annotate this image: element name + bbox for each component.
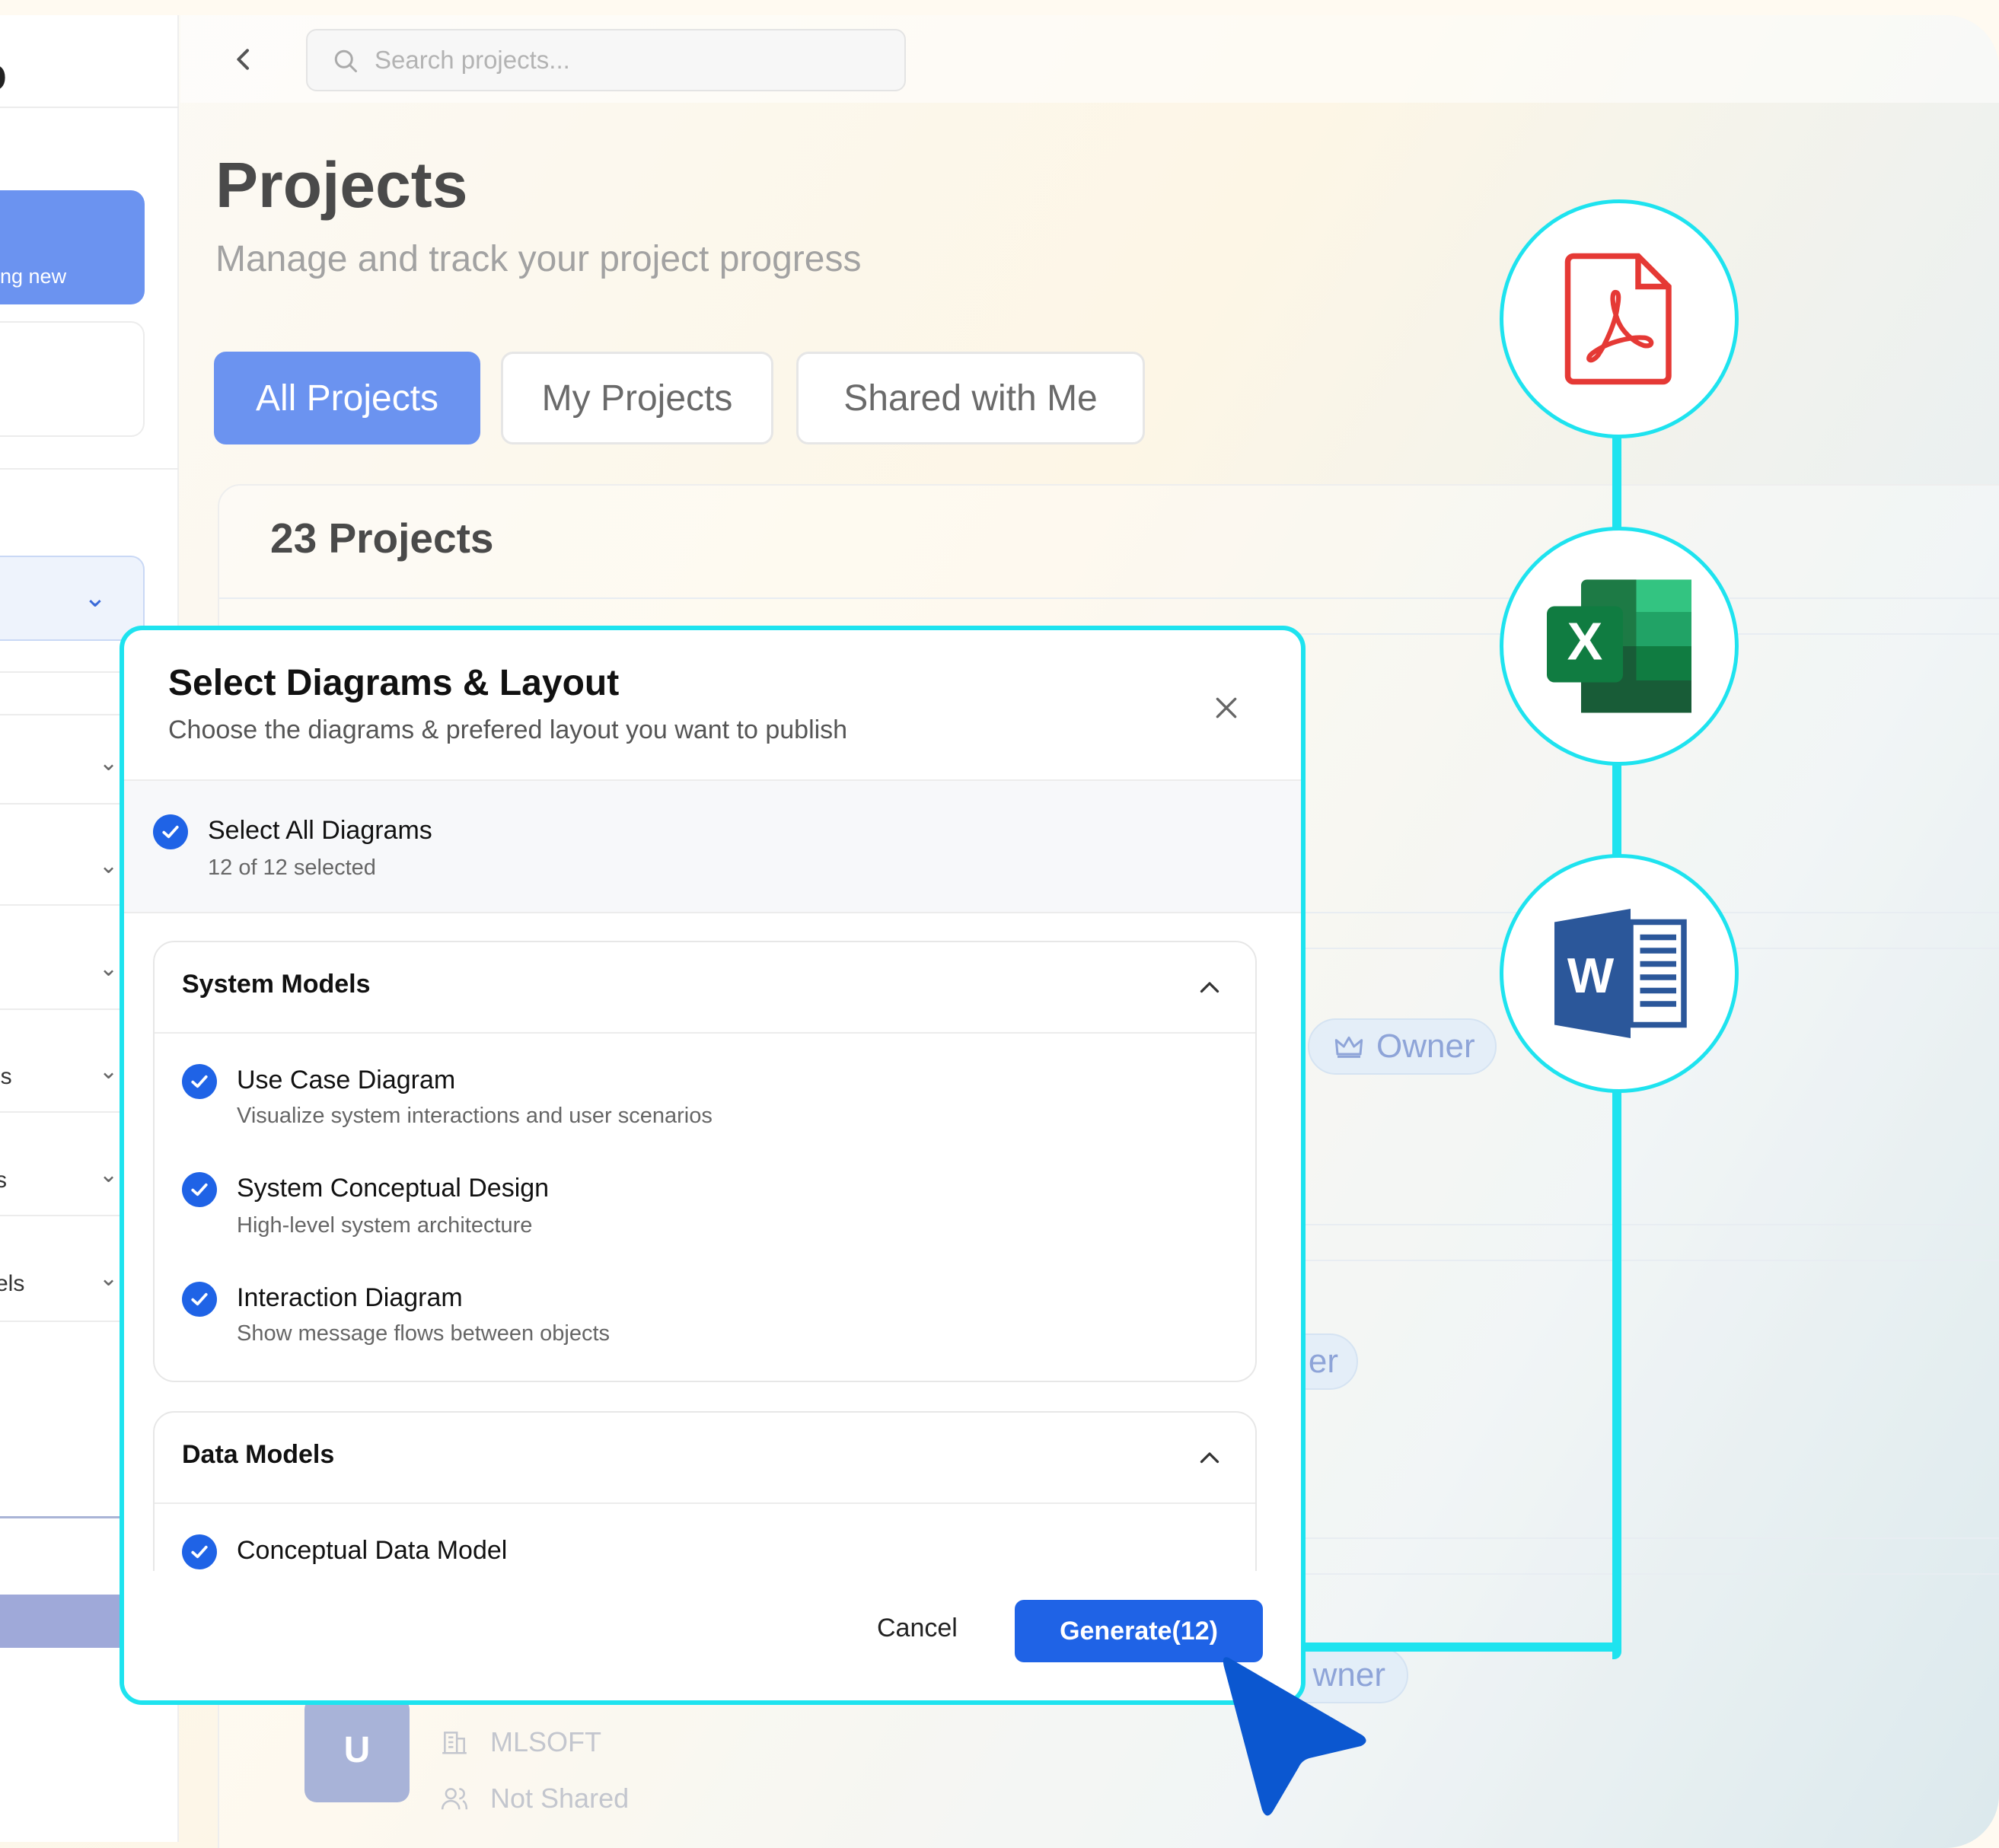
sidebar-divider — [0, 671, 129, 673]
chevron-down-icon[interactable]: ⌄ — [99, 1161, 118, 1188]
create-new-button[interactable]: ng new — [0, 190, 145, 304]
sidebar-divider — [0, 1111, 129, 1113]
role-badge: Owner — [1308, 1018, 1497, 1075]
select-all-checkbox[interactable] — [153, 814, 188, 849]
tab-my-projects[interactable]: My Projects — [501, 352, 773, 444]
company-label: MLSOFT — [490, 1726, 602, 1757]
role-badge-label: er — [1308, 1343, 1338, 1380]
checkmark-icon — [191, 1075, 208, 1088]
chevron-down-icon[interactable]: ⌄ — [99, 852, 118, 879]
select-all-count: 12 of 12 selected — [208, 855, 376, 880]
row-divider — [219, 597, 1999, 599]
diagram-description: Visualize system interactions and user s… — [237, 1104, 713, 1128]
sharing-label: Not Shared — [490, 1783, 630, 1814]
word-icon: W — [1554, 909, 1687, 1038]
select-all-label[interactable]: Select All Diagrams — [208, 816, 432, 846]
diagram-description: Show message flows between objects — [237, 1321, 611, 1346]
pdf-export-option[interactable] — [1500, 199, 1739, 438]
diagram-checkbox[interactable] — [182, 1282, 217, 1317]
sidebar-divider — [0, 714, 129, 715]
search-placeholder: Search projects... — [375, 46, 570, 74]
group-header[interactable]: Data Models — [155, 1413, 1255, 1504]
diagram-label[interactable]: Interaction Diagram — [237, 1283, 463, 1313]
checkmark-icon — [191, 1292, 208, 1306]
pdf-icon — [1564, 253, 1672, 385]
diagram-label[interactable]: System Conceptual Design — [237, 1174, 549, 1203]
group-title: Data Models — [182, 1440, 335, 1469]
checkmark-icon — [162, 825, 179, 839]
cancel-button[interactable]: Cancel — [877, 1614, 958, 1643]
group-title: System Models — [182, 970, 371, 999]
group-system-models: System Models Use Case Diagram Visualize… — [153, 941, 1257, 1382]
search-input[interactable]: Search projects... — [306, 29, 906, 91]
project-sharing: Not Shared — [440, 1783, 629, 1815]
tab-shared-with-me[interactable]: Shared with Me — [796, 352, 1145, 444]
sidebar-divider — [0, 1321, 129, 1322]
word-letter: W — [1567, 948, 1615, 1003]
back-arrow-icon[interactable] — [228, 44, 259, 75]
diagram-checkbox[interactable] — [182, 1534, 217, 1569]
sidebar-divider — [0, 1008, 129, 1010]
diagram-label[interactable]: Use Case Diagram — [237, 1066, 455, 1095]
row-divider — [1294, 1537, 1999, 1539]
close-icon[interactable] — [1211, 693, 1242, 723]
page-title: Projects — [215, 149, 468, 221]
diagram-description: High-level system architecture — [237, 1213, 533, 1238]
group-header[interactable]: System Models — [155, 942, 1255, 1034]
dialog-title: Select Diagrams & Layout — [168, 663, 620, 703]
select-all-row: Select All Diagrams 12 of 12 selected — [124, 779, 1301, 913]
checkmark-icon — [191, 1545, 208, 1559]
users-icon — [441, 1788, 468, 1810]
dialog-subtitle: Choose the diagrams & prefered layout yo… — [168, 715, 848, 744]
chevron-down-icon[interactable]: ⌄ — [99, 750, 118, 776]
page-subtitle: Manage and track your project progress — [215, 239, 862, 279]
diagram-label[interactable]: Conceptual Data Model — [237, 1536, 507, 1566]
search-icon — [334, 49, 357, 72]
workspace-select[interactable]: ⌄ — [0, 556, 145, 641]
create-new-label: ng new — [0, 265, 67, 288]
excel-export-option[interactable]: X — [1500, 527, 1739, 766]
crown-icon — [1334, 1036, 1363, 1058]
building-icon — [442, 1732, 467, 1754]
chevron-down-icon[interactable]: ⌄ — [99, 955, 118, 982]
mouse-pointer-icon — [1223, 1657, 1366, 1816]
sidebar-divider — [0, 1215, 129, 1216]
projects-count: 23 Projects — [270, 515, 494, 562]
chevron-down-icon[interactable]: ⌄ — [99, 1265, 118, 1292]
sidebar-item-label[interactable]: els — [0, 1271, 24, 1297]
project-avatar: U — [304, 1697, 410, 1802]
app-window: o ng new ⌄ ⌄ ⌄ ⌄ ls ⌄ s ⌄ els ⌄ — [0, 15, 1999, 1848]
sidebar-card[interactable] — [0, 321, 145, 437]
chevron-up-icon[interactable] — [1196, 974, 1223, 1002]
sidebar-item-label[interactable]: ls — [0, 1064, 12, 1090]
connector-line — [1294, 1642, 1621, 1652]
sidebar-divider — [0, 468, 179, 470]
diagram-checkbox[interactable] — [182, 1064, 217, 1099]
sidebar-item-label[interactable]: s — [0, 1168, 7, 1193]
excel-letter: X — [1567, 612, 1603, 671]
chevron-up-icon[interactable] — [1196, 1445, 1223, 1472]
row-divider — [1294, 1260, 1999, 1261]
sidebar-divider — [0, 904, 129, 906]
word-export-option[interactable]: W — [1500, 854, 1739, 1093]
project-company: MLSOFT — [440, 1726, 601, 1758]
row-divider — [1294, 1224, 1999, 1225]
sidebar-divider — [0, 803, 129, 805]
app-logo: o — [0, 46, 7, 102]
select-diagrams-dialog: Select Diagrams & Layout Choose the diag… — [120, 626, 1306, 1705]
tab-all-projects[interactable]: All Projects — [214, 352, 480, 444]
excel-icon: X — [1547, 579, 1691, 713]
chevron-down-icon: ⌄ — [83, 581, 107, 613]
sidebar-divider — [0, 107, 179, 108]
chevron-down-icon[interactable]: ⌄ — [99, 1058, 118, 1085]
row-divider — [1294, 1573, 1999, 1575]
diagram-checkbox[interactable] — [182, 1172, 217, 1207]
role-badge-label: Owner — [1376, 1028, 1475, 1065]
checkmark-icon — [191, 1183, 208, 1196]
